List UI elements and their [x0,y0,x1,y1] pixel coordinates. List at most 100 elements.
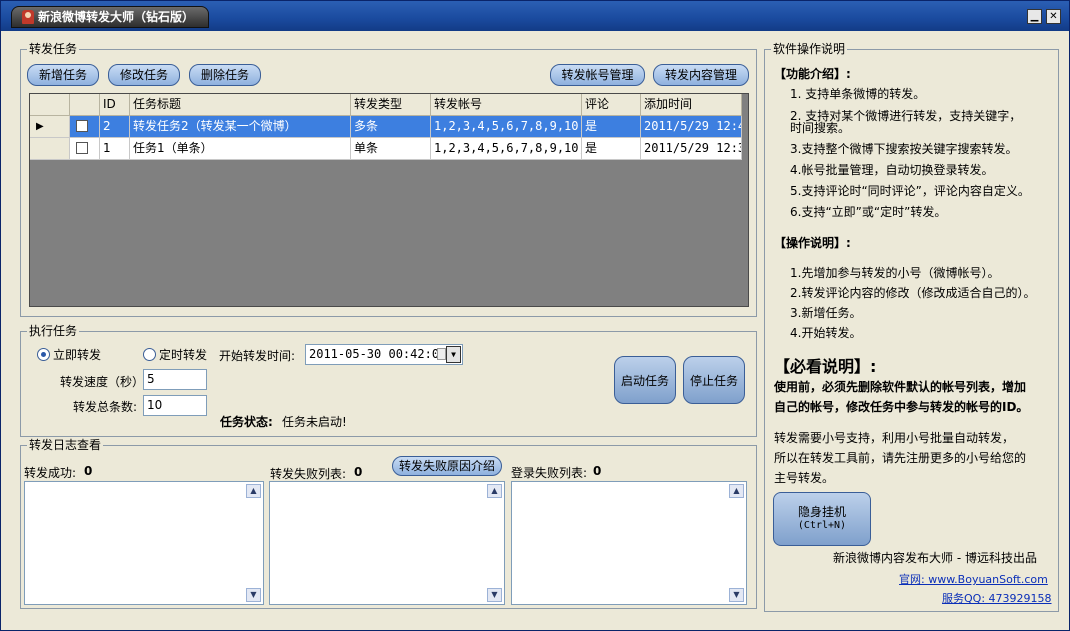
feature-item: 3.支持整个微博下搜索按关键字搜索转发。 [790,142,1018,156]
row-header-cell [30,138,70,160]
radio-immediate[interactable]: 立即转发 [37,346,101,363]
main-panel: 转发任务 新增任务 修改任务 删除任务 转发帐号管理 转发内容管理 ID 任务标… [2,31,1068,630]
stop-task-button[interactable]: 停止任务 [683,356,745,404]
account-management-button[interactable]: 转发帐号管理 [550,64,645,86]
close-button[interactable]: ✕ [1046,9,1061,24]
scroll-up-icon[interactable]: ▲ [487,484,502,498]
exec-group-legend: 执行任务 [27,324,80,338]
row-comment: 是 [582,138,641,160]
row-checkbox-cell[interactable] [70,116,100,138]
total-input[interactable]: 10 [143,395,207,416]
grid-header-type[interactable]: 转发类型 [351,94,431,116]
total-label: 转发总条数: [73,400,138,414]
row-checkbox[interactable] [76,120,88,132]
ops-item: 1.先增加参与转发的小号（微博帐号）。 [790,266,1000,280]
feature-item: 时间搜索。 [790,121,851,135]
grid-header-time[interactable]: 添加时间 [641,94,742,116]
add-task-button[interactable]: 新增任务 [27,64,99,86]
login-fail-list[interactable]: ▲ ▼ [511,481,747,605]
fail-label: 转发失败列表: [270,467,347,481]
start-time-label: 开始转发时间: [219,349,296,363]
website-link[interactable]: 官网: www.BoyuanSoft.com [899,571,1048,587]
scroll-up-icon[interactable]: ▲ [246,484,261,498]
grid-header-id[interactable]: ID [100,94,130,116]
start-task-button[interactable]: 启动任务 [614,356,676,404]
chevron-down-icon[interactable]: ▼ [446,346,461,363]
calendar-icon[interactable] [437,348,446,360]
note-line: 转发需要小号支持，利用小号批量自动转发， [774,431,1015,445]
login-fail-count: 0 [593,464,602,478]
row-type: 单条 [351,138,431,160]
minimize-button[interactable]: ▁ [1027,9,1042,24]
grid-header-row: ID 任务标题 转发类型 转发帐号 评论 添加时间 [30,94,742,116]
row-title: 任务1（单条） [130,138,351,160]
features-title: 【功能介绍】: [774,67,851,81]
scroll-down-icon[interactable]: ▼ [487,588,502,602]
login-fail-label: 登录失败列表: [511,466,588,480]
feature-item: 1. 支持单条微博的转发。 [790,87,926,101]
grid-header-accounts[interactable]: 转发帐号 [431,94,582,116]
title-bar[interactable]: 新浪微博转发大师（钻石版） ▁ ✕ [1,1,1069,31]
row-title: 转发任务2（转发某一个微博） [130,116,351,138]
table-row[interactable]: ▶ 2 转发任务2（转发某一个微博） 多条 1,2,3,4,5,6,7,8,9,… [30,116,742,138]
fail-list[interactable]: ▲ ▼ [269,481,505,605]
row-comment: 是 [582,116,641,138]
success-count: 0 [84,464,93,478]
must-read-title: 【必看说明】: [774,357,877,376]
stealth-mode-label: 隐身挂机 [797,505,846,519]
grid-header-checkbox-col [70,94,100,116]
credit-text: 新浪微博内容发布大师 - 博远科技出品 [833,551,1037,565]
success-label: 转发成功: [24,466,77,480]
fail-reason-button[interactable]: 转发失败原因介绍 [392,456,502,476]
row-time: 2011/5/29 12:42 [641,116,742,138]
row-indicator-icon: ▶ [30,116,70,138]
speed-label: 转发速度（秒）: [60,375,149,389]
row-type: 多条 [351,116,431,138]
row-id: 1 [100,138,130,160]
grid-corner-cell [30,94,70,116]
help-group-legend: 软件操作说明 [771,42,848,56]
row-id: 2 [100,116,130,138]
qq-link[interactable]: 服务QQ: 473929158 [942,590,1052,606]
task-grid[interactable]: ID 任务标题 转发类型 转发帐号 评论 添加时间 ▶ 2 转发任务2（转发某一… [29,93,749,307]
ops-item: 2.转发评论内容的修改（修改成适合自己的）。 [790,286,1036,300]
note-line: 主号转发。 [774,471,835,485]
start-time-picker[interactable]: 2011-05-30 00:42:05 ▼ [305,344,463,365]
log-group-legend: 转发日志查看 [27,438,104,452]
scroll-up-icon[interactable]: ▲ [729,484,744,498]
ops-title: 【操作说明】: [774,236,851,250]
success-list[interactable]: ▲ ▼ [24,481,264,605]
table-row[interactable]: 1 任务1（单条） 单条 1,2,3,4,5,6,7,8,9,10,... 是 … [30,138,742,160]
speed-input[interactable]: 5 [143,369,207,390]
stealth-mode-button[interactable]: 隐身挂机 (Ctrl+N) [773,492,871,546]
radio-timed-dot[interactable] [143,348,156,361]
app-logo-icon [22,10,34,24]
status-label: 任务状态: [220,415,273,429]
must-read-line: 自己的帐号，修改任务中参与转发的帐号的ID。 [774,400,1029,414]
note-line: 所以在转发工具前，请先注册更多的小号给您的 [774,451,1027,465]
start-time-value: 2011-05-30 00:42:05 [309,347,447,361]
stealth-mode-shortcut: (Ctrl+N) [797,520,847,531]
scroll-down-icon[interactable]: ▼ [729,588,744,602]
row-time: 2011/5/29 12:37 [641,138,742,160]
ops-item: 3.新增任务。 [790,306,862,320]
feature-item: 5.支持评论时“同时评论”，评论内容自定义。 [790,184,1030,198]
grid-header-comment[interactable]: 评论 [582,94,641,116]
radio-timed-label: 定时转发 [159,348,208,362]
grid-header-title[interactable]: 任务标题 [130,94,351,116]
radio-immediate-dot[interactable] [37,348,50,361]
title-tab: 新浪微博转发大师（钻石版） [11,6,210,28]
edit-task-button[interactable]: 修改任务 [108,64,180,86]
scroll-down-icon[interactable]: ▼ [246,588,261,602]
delete-task-button[interactable]: 删除任务 [189,64,261,86]
radio-timed[interactable]: 定时转发 [143,346,207,363]
feature-item: 6.支持“立即”或“定时”转发。 [790,205,947,219]
row-checkbox[interactable] [76,142,88,154]
window-title: 新浪微博转发大师（钻石版） [38,10,195,24]
status-value: 任务未启动! [282,415,347,429]
task-group-legend: 转发任务 [27,42,80,56]
app-window: 新浪微博转发大师（钻石版） ▁ ✕ 转发任务 新增任务 修改任务 删除任务 转发… [0,0,1070,631]
row-accounts: 1,2,3,4,5,6,7,8,9,10,... [431,116,582,138]
content-management-button[interactable]: 转发内容管理 [653,64,749,86]
row-checkbox-cell[interactable] [70,138,100,160]
